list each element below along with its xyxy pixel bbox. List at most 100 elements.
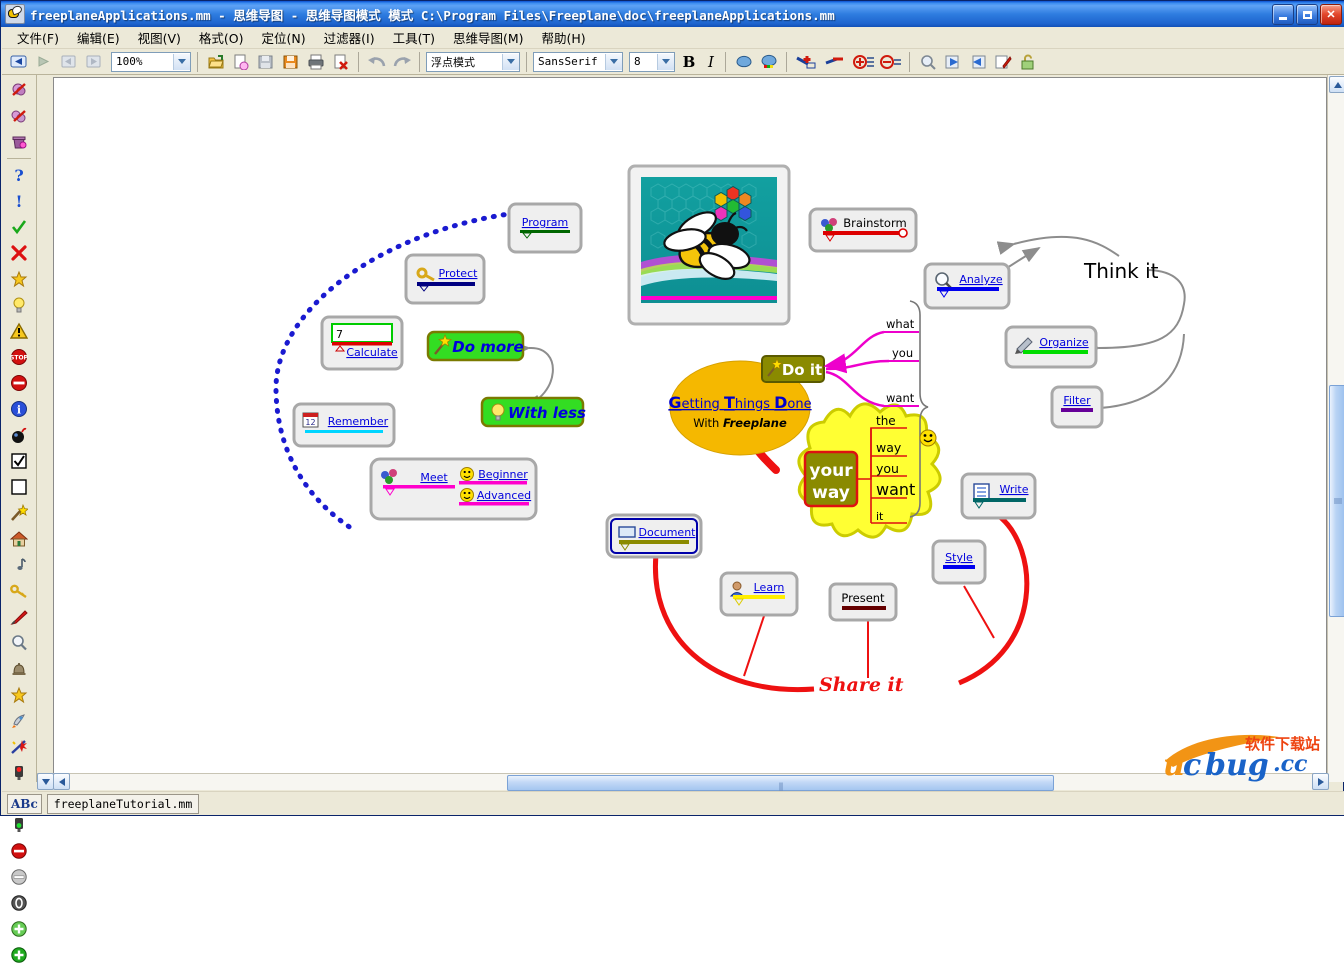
next-map-button[interactable]: [82, 50, 105, 73]
save-button[interactable]: [254, 50, 277, 73]
minimize-button[interactable]: [1272, 4, 1294, 25]
minus-red-icon[interactable]: [7, 839, 31, 863]
forbidden-icon[interactable]: [7, 371, 31, 395]
spellcheck-button[interactable]: ABc: [7, 794, 42, 814]
bomb-icon[interactable]: [7, 423, 31, 447]
menu-navigate[interactable]: 定位(N): [253, 26, 315, 49]
info-icon[interactable]: i: [7, 397, 31, 421]
menu-help[interactable]: 帮助(H): [533, 26, 595, 49]
remove-node-button[interactable]: [822, 50, 849, 73]
magnifier-icon[interactable]: [7, 631, 31, 655]
stop-sign-icon[interactable]: STOP: [7, 345, 31, 369]
bold-button[interactable]: B: [678, 51, 700, 72]
menu-filter[interactable]: 过滤器(I): [315, 26, 384, 49]
font-combo[interactable]: SansSerif: [533, 52, 623, 72]
redo-button[interactable]: [390, 50, 413, 73]
star-yellow-2-icon[interactable]: [7, 683, 31, 707]
maximize-button[interactable]: [1296, 4, 1318, 25]
forward-button[interactable]: [32, 50, 55, 73]
node-organize: Organize: [1006, 327, 1096, 367]
svg-text:Advanced: Advanced: [477, 489, 531, 502]
traffic-light-green-icon[interactable]: [7, 813, 31, 837]
zoom-combo[interactable]: 100%: [111, 52, 191, 72]
back-button[interactable]: [7, 50, 30, 73]
horizontal-scroll-thumb[interactable]: [507, 775, 1054, 791]
menu-tools[interactable]: 工具(T): [384, 26, 444, 49]
home-icon[interactable]: [7, 527, 31, 551]
scroll-down-corner-button[interactable]: [37, 773, 54, 790]
window-icon: [619, 527, 635, 537]
menu-edit[interactable]: 编辑(E): [68, 26, 129, 49]
no-entry-pink-icon[interactable]: [7, 78, 31, 102]
magic-wand-icon[interactable]: [7, 501, 31, 525]
music-note-icon[interactable]: [7, 553, 31, 577]
plus-light-green-icon[interactable]: [7, 917, 31, 941]
new-map-button[interactable]: [229, 50, 252, 73]
find-previous-button[interactable]: [966, 50, 989, 73]
mindmap-canvas[interactable]: Program Protect 7: [53, 77, 1327, 775]
vertical-scrollbar[interactable]: [1327, 75, 1344, 782]
scroll-up-button[interactable]: [1329, 76, 1344, 93]
cloud-color-button[interactable]: [757, 50, 780, 73]
print-button[interactable]: [304, 50, 327, 73]
find-next-button[interactable]: [941, 50, 964, 73]
map-tab-freeplanetutorial[interactable]: freeplaneTutorial.mm: [47, 794, 199, 814]
menu-view[interactable]: 视图(V): [129, 26, 190, 49]
find-button[interactable]: [916, 50, 939, 73]
open-button[interactable]: [204, 50, 227, 73]
bell-icon[interactable]: [7, 657, 31, 681]
undo-button[interactable]: [365, 50, 388, 73]
minus-grey-icon[interactable]: [7, 865, 31, 889]
node-color-button[interactable]: [732, 50, 755, 73]
menu-mindmap[interactable]: 思维导图(M): [444, 26, 533, 49]
italic-button[interactable]: I: [700, 51, 722, 72]
toolbar: 100%: [2, 49, 1344, 75]
check-green-icon[interactable]: [7, 215, 31, 239]
traffic-light-red-icon[interactable]: [7, 761, 31, 785]
collapse-children-button[interactable]: [878, 50, 903, 73]
chevron-down-icon[interactable]: [173, 54, 190, 70]
previous-map-button[interactable]: [57, 50, 80, 73]
close-button[interactable]: ✕: [1320, 4, 1342, 25]
rocket-icon[interactable]: [7, 709, 31, 733]
menu-format[interactable]: 格式(O): [190, 26, 253, 49]
add-node-button[interactable]: [793, 50, 820, 73]
cross-red-icon[interactable]: [7, 241, 31, 265]
menu-file[interactable]: 文件(F): [8, 26, 68, 49]
vertical-scroll-thumb[interactable]: [1329, 385, 1344, 617]
no-entry-balls-icon[interactable]: [7, 104, 31, 128]
checkbox-checked-icon[interactable]: [7, 449, 31, 473]
fireworks-icon[interactable]: [7, 735, 31, 759]
question-mark-icon[interactable]: ?: [7, 163, 31, 187]
app-icon: [5, 4, 25, 24]
chevron-down-icon[interactable]: [657, 54, 674, 70]
node-with-less: With less: [482, 398, 586, 426]
scroll-left-button[interactable]: [53, 773, 70, 790]
svg-text:Style: Style: [945, 551, 973, 564]
star-yellow-icon[interactable]: [7, 267, 31, 291]
chevron-down-icon[interactable]: [605, 54, 622, 70]
unlock-button[interactable]: [1016, 50, 1039, 73]
scroll-right-button[interactable]: [1312, 773, 1329, 790]
svg-text:way: way: [812, 483, 850, 503]
save-as-button[interactable]: [279, 50, 302, 73]
pencil-red-icon[interactable]: [7, 605, 31, 629]
fontsize-combo[interactable]: 8: [629, 52, 675, 72]
chevron-down-icon[interactable]: [502, 54, 519, 70]
horizontal-scrollbar[interactable]: [37, 773, 1327, 790]
zero-icon[interactable]: [7, 891, 31, 915]
key-icon[interactable]: [7, 579, 31, 603]
checkbox-empty-icon[interactable]: [7, 475, 31, 499]
close-map-button[interactable]: [329, 50, 352, 73]
warning-triangle-icon[interactable]: [7, 319, 31, 343]
trash-icon[interactable]: [7, 130, 31, 154]
plus-green-icon[interactable]: [7, 943, 31, 967]
node-meet-group: Meet Beginner Advanced: [371, 459, 536, 519]
exclamation-mark-icon[interactable]: !: [7, 189, 31, 213]
svg-text:Present: Present: [841, 591, 885, 605]
expand-children-button[interactable]: [851, 50, 876, 73]
smiley-icon: [920, 430, 936, 446]
edit-note-button[interactable]: [991, 50, 1014, 73]
mode-combo[interactable]: 浮点模式: [426, 52, 520, 72]
light-bulb-icon[interactable]: [7, 293, 31, 317]
